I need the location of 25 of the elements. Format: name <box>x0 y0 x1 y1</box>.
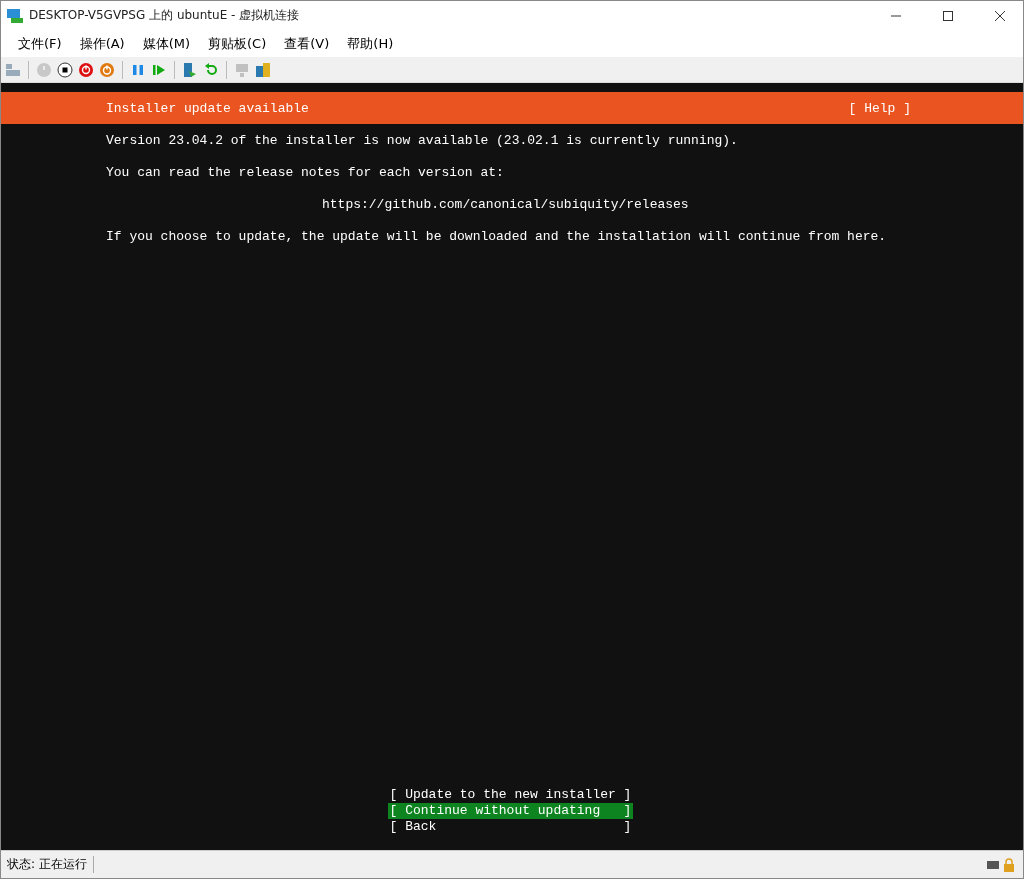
menu-item[interactable]: 帮助(H) <box>338 34 403 53</box>
menu-item[interactable]: 文件(F) <box>9 34 71 53</box>
menu-option[interactable]: [ Continue without updating ] <box>387 803 634 819</box>
menu-option[interactable]: [ Update to the new installer ] <box>387 787 634 803</box>
menu-item[interactable]: 查看(V) <box>275 34 339 53</box>
power-icon[interactable] <box>99 61 115 78</box>
menu-item[interactable]: 媒体(M) <box>133 34 200 53</box>
help-button[interactable]: [ Help ] <box>848 100 911 116</box>
release-notes-url: https://github.com/canonical/subiquity/releases <box>322 197 689 213</box>
maximize-icon <box>943 10 953 21</box>
menu-item[interactable]: 剪贴板(C) <box>199 34 276 53</box>
stop-icon[interactable] <box>57 61 73 78</box>
status-text: 状态: 正在运行 <box>1 856 94 873</box>
menu-item[interactable]: 操作(A) <box>70 34 134 53</box>
screen-title: Installer update available <box>106 100 309 116</box>
close-icon <box>995 10 1005 21</box>
power-icon[interactable] <box>78 61 94 78</box>
undo-icon[interactable] <box>203 61 219 78</box>
window-title: DESKTOP-V5GVPSG 上的 ubuntuE - 虚拟机连接 <box>29 7 301 24</box>
info-text: Version 23.04.2 of the installer is now available (23.02.1 is currently running). <box>106 133 738 149</box>
menu-option[interactable]: [ Back ] <box>387 819 634 835</box>
lock-icon <box>1003 857 1015 872</box>
info-text: If you choose to update, the update will be downloaded and the installation will continue from here. <box>106 229 887 245</box>
info-text: You can read the release notes for each version at: <box>106 165 504 181</box>
virtual-machine-icon <box>7 8 23 23</box>
